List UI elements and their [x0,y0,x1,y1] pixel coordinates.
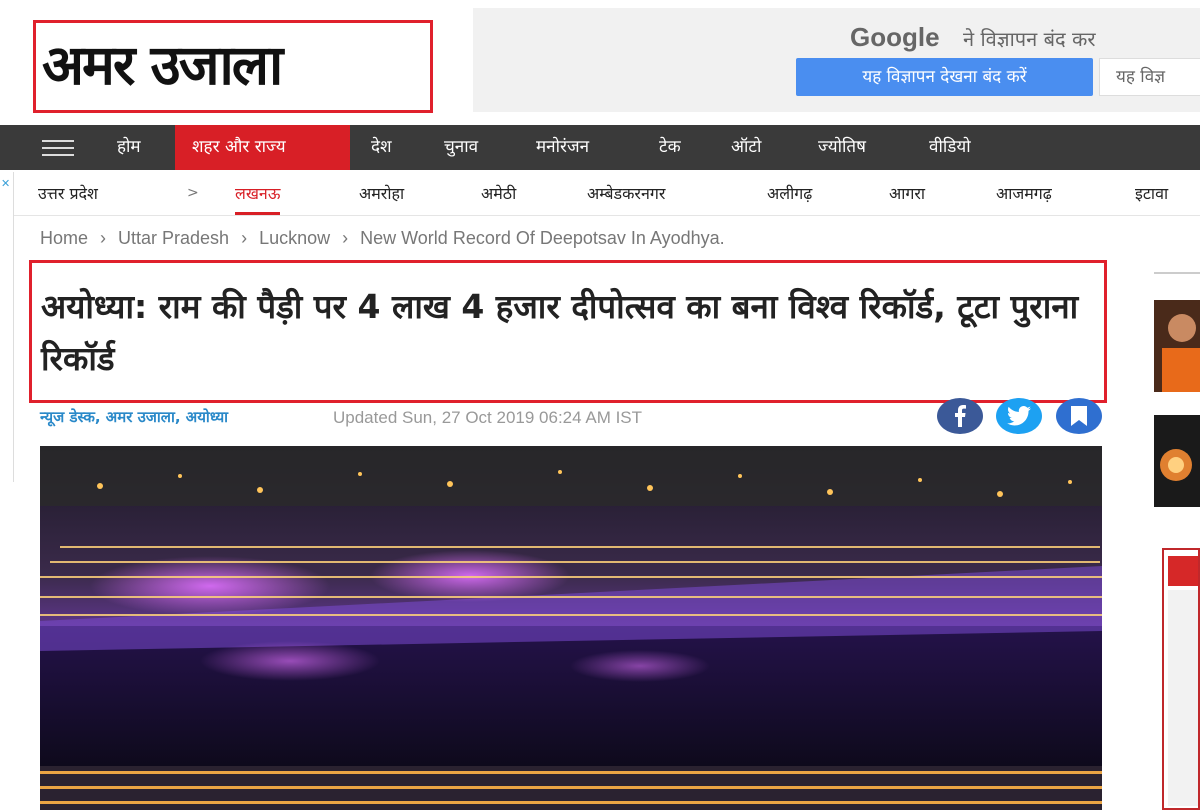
facebook-share-button[interactable] [937,398,983,434]
bookmark-button[interactable] [1056,398,1102,434]
related-news-thumbnail[interactable] [1154,415,1200,507]
why-ad-button[interactable]: यह विज्ञ [1099,58,1200,96]
ad-choices-icon[interactable]: ✕ [1,177,10,190]
article-byline[interactable]: न्यूज डेस्क, अमर उजाला, अयोध्या [40,407,228,427]
city-nav: उत्तर प्रदेश > लखनऊ अमरोहा अमेठी अम्बेडक… [14,170,1200,216]
breadcrumb: Home › Uttar Pradesh › Lucknow › New World Rec… [40,228,725,249]
nav-jyotish[interactable]: ज्योतिष [818,125,866,170]
article-headline: अयोध्या: राम की पैड़ी पर 4 लाख 4 हजार दी… [41,287,1079,378]
nav-city-state[interactable]: शहर और राज्य [175,125,350,170]
breadcrumb-separator: › [241,228,248,248]
sub-nav-agra[interactable]: आगरा [889,182,925,204]
sub-nav-azamgarh[interactable]: आजमगढ़ [996,182,1052,204]
breadcrumb-article: New World Record Of Deepotsav In Ayodhya… [360,228,725,248]
sub-nav-etawah[interactable]: इटावा [1135,182,1168,204]
breadcrumb-city[interactable]: Lucknow [259,228,330,248]
google-label: Google [850,22,940,52]
side-ad-graphic [1168,556,1198,806]
nav-chunav[interactable]: चुनाव [444,125,478,170]
main-nav: होम शहर और राज्य देश चुनाव मनोरंजन टेक ऑ… [0,125,1200,170]
bookmark-icon [1071,406,1087,426]
thumbnail-photo [1154,300,1200,392]
nav-tech[interactable]: टेक [659,125,681,170]
article-hero-image[interactable] [40,446,1102,810]
sub-nav-aligarh[interactable]: अलीगढ़ [767,182,812,204]
thumbnail-photo [1154,415,1200,507]
site-logo[interactable]: अमर उजाला [33,20,433,113]
left-rail-edge [0,172,14,482]
twitter-share-button[interactable] [996,398,1042,434]
stop-ad-button[interactable]: यह विज्ञापन देखना बंद करें [796,58,1093,96]
related-news-thumbnail[interactable] [1154,300,1200,392]
side-ad[interactable] [1162,548,1200,810]
twitter-icon [1007,406,1031,426]
nav-desh[interactable]: देश [371,125,392,170]
headline-highlight: अयोध्या: राम की पैड़ी पर 4 लाख 4 हजार दी… [29,260,1107,403]
sub-nav-amroha[interactable]: अमरोहा [359,182,404,204]
sub-nav-state[interactable]: उत्तर प्रदेश [38,182,98,204]
sub-nav-lucknow[interactable]: लखनऊ [235,182,281,215]
breadcrumb-home[interactable]: Home [40,228,88,248]
nav-home[interactable]: होम [117,125,141,170]
facebook-icon [955,405,966,427]
breadcrumb-state[interactable]: Uttar Pradesh [118,228,229,248]
article-updated: Updated Sun, 27 Oct 2019 06:24 AM IST [333,408,643,427]
nav-auto[interactable]: ऑटो [731,125,761,170]
nav-manoranjan[interactable]: मनोरंजन [536,125,589,170]
deepotsav-photo [40,446,1102,810]
logo-text: अमर उजाला [42,33,283,97]
menu-icon[interactable] [42,140,74,156]
nav-video[interactable]: वीडियो [929,125,971,170]
ad-banner: Google ने विज्ञापन बंद कर यह विज्ञापन दे… [473,8,1200,112]
breadcrumb-separator: › [100,228,107,248]
sub-nav-amethi[interactable]: अमेठी [481,182,516,204]
rail-divider [1154,272,1200,274]
chevron-right-icon[interactable]: > [187,185,199,201]
sub-nav-ambedkarnagar[interactable]: अम्बेडकरनगर [587,182,665,204]
ad-closed-text: ने विज्ञापन बंद कर [963,27,1096,51]
breadcrumb-separator: › [342,228,349,248]
